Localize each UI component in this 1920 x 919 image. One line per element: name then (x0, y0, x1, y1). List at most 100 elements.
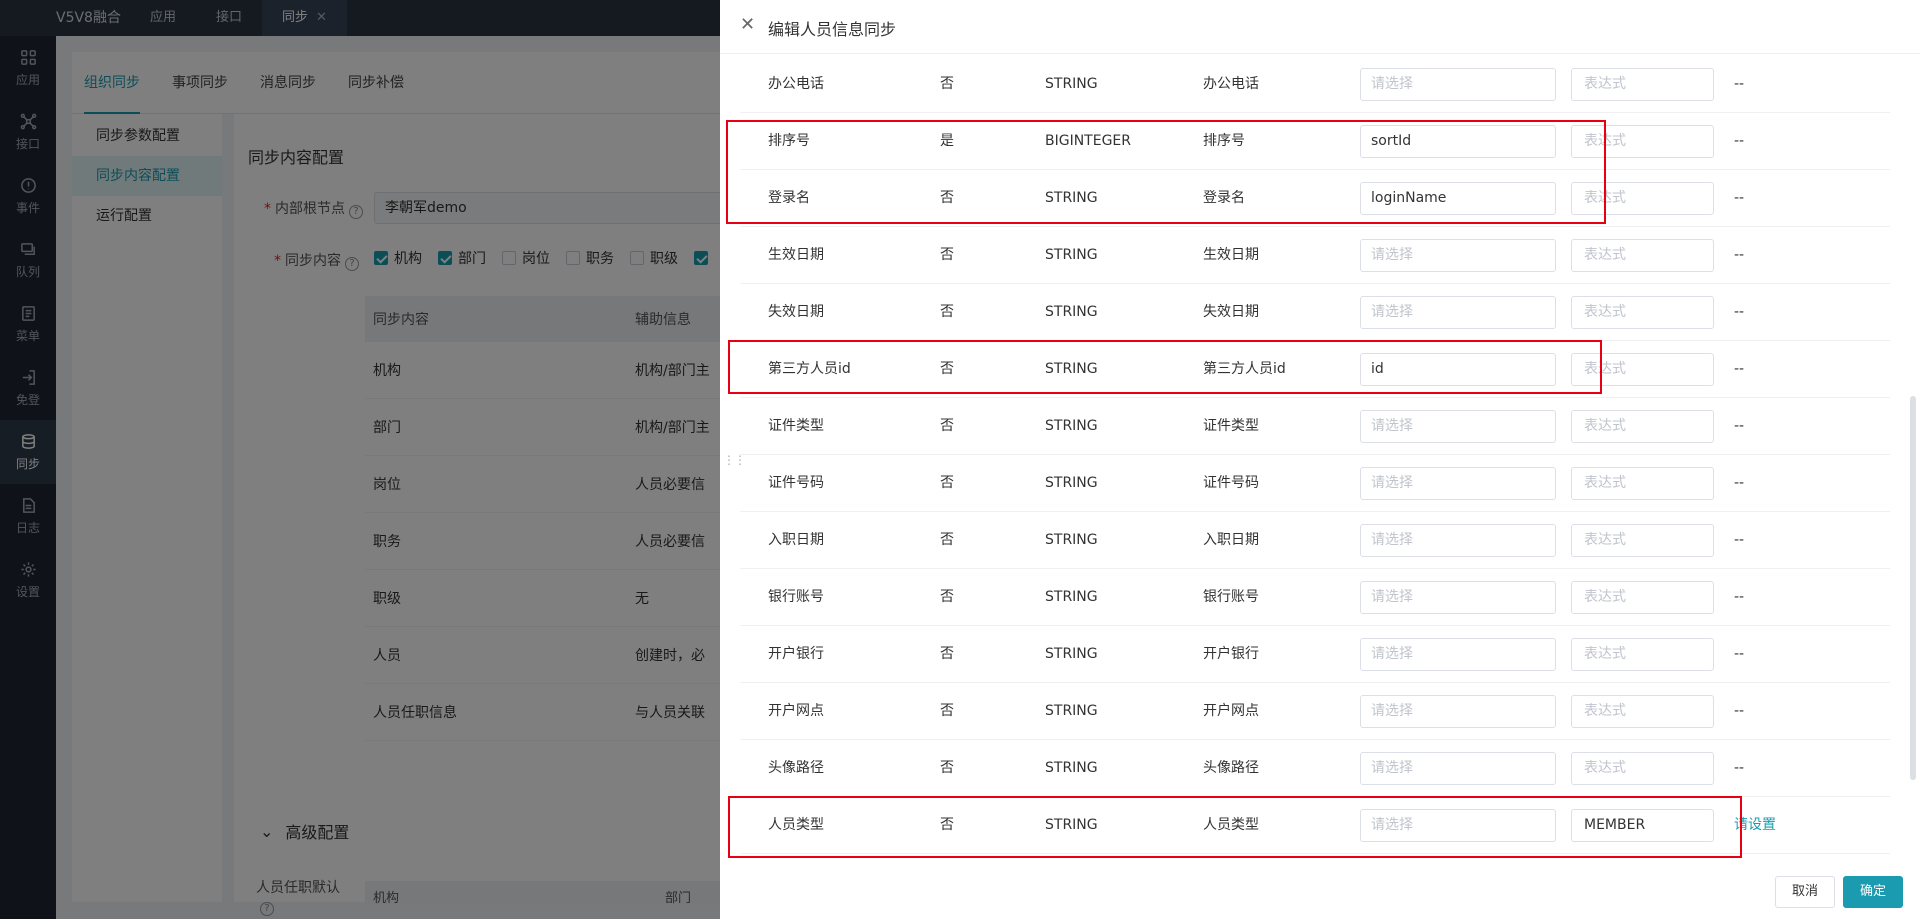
table-row: 办公电话 否 STRING 办公电话 请选择 表达式 -- (740, 56, 1890, 113)
source-field-select[interactable]: 请选择 (1360, 581, 1556, 614)
set-link[interactable]: 请设置 (1734, 797, 1776, 854)
field-label: 证件类型 (1203, 418, 1259, 434)
expression-input[interactable]: MEMBER (1571, 809, 1714, 842)
action-placeholder: -- (1734, 361, 1745, 377)
field-label: 头像路径 (1203, 760, 1259, 776)
field-name: 第三方人员id (768, 361, 851, 377)
field-required: 否 (940, 589, 954, 605)
field-label: 第三方人员id (1203, 361, 1286, 377)
scrollbar[interactable] (1910, 396, 1916, 780)
expression-input[interactable]: 表达式 (1571, 752, 1714, 785)
field-required: 否 (940, 190, 954, 206)
field-label: 银行账号 (1203, 589, 1259, 605)
field-name: 失效日期 (768, 304, 824, 320)
field-mapping-table: 办公电话否 STRING 办公电话 请选择 表达式 -- 排序号是 BIGINTEGER 排序号… (740, 56, 1890, 854)
expression-input[interactable]: 表达式 (1571, 638, 1714, 671)
source-field-select[interactable]: 请选择 (1360, 296, 1556, 329)
field-type: STRING (1045, 361, 1098, 377)
close-icon[interactable]: ✕ (740, 16, 758, 34)
drawer-title: 编辑人员信息同步 (768, 20, 897, 39)
expression-input[interactable]: 表达式 (1571, 524, 1714, 557)
field-label: 登录名 (1203, 190, 1245, 206)
expression-input[interactable]: 表达式 (1571, 695, 1714, 728)
field-required: 否 (940, 817, 954, 833)
field-required: 否 (940, 703, 954, 719)
table-row: 开户银行 否 STRING 开户银行 请选择 表达式 -- (740, 626, 1890, 683)
field-required: 否 (940, 247, 954, 263)
field-type: STRING (1045, 532, 1098, 548)
field-type: BIGINTEGER (1045, 133, 1132, 149)
cancel-button[interactable]: 取消 (1775, 876, 1835, 908)
field-label: 证件号码 (1203, 475, 1259, 491)
action-placeholder: -- (1734, 247, 1745, 263)
field-name: 头像路径 (768, 760, 824, 776)
field-label: 办公电话 (1203, 76, 1259, 92)
action-placeholder: -- (1734, 589, 1745, 605)
action-placeholder: -- (1734, 475, 1745, 491)
action-placeholder: -- (1734, 133, 1745, 149)
action-placeholder: -- (1734, 190, 1745, 206)
drawer-header: ✕ 编辑人员信息同步 (720, 0, 1920, 54)
field-required: 否 (940, 532, 954, 548)
drawer-footer: 取消 确定 (720, 866, 1920, 919)
field-type: STRING (1045, 646, 1098, 662)
field-required: 否 (940, 304, 954, 320)
field-name: 开户网点 (768, 703, 824, 719)
table-row: 生效日期 否 STRING 生效日期 请选择 表达式 -- (740, 227, 1890, 284)
field-required: 否 (940, 418, 954, 434)
expression-input[interactable]: 表达式 (1571, 68, 1714, 101)
source-field-select[interactable]: 请选择 (1360, 638, 1556, 671)
field-name: 排序号 (768, 133, 810, 149)
field-name: 银行账号 (768, 589, 824, 605)
field-label: 开户银行 (1203, 646, 1259, 662)
table-row: 头像路径 否 STRING 头像路径 请选择 表达式 -- (740, 740, 1890, 797)
expression-input[interactable]: 表达式 (1571, 296, 1714, 329)
source-field-select[interactable]: loginName (1360, 182, 1556, 215)
table-row: 入职日期 否 STRING 入职日期 请选择 表达式 -- (740, 512, 1890, 569)
source-field-select[interactable]: 请选择 (1360, 467, 1556, 500)
expression-input[interactable]: 表达式 (1571, 581, 1714, 614)
expression-input[interactable]: 表达式 (1571, 353, 1714, 386)
field-name: 开户银行 (768, 646, 824, 662)
field-name: 入职日期 (768, 532, 824, 548)
field-required: 是 (940, 133, 954, 149)
field-required: 否 (940, 361, 954, 377)
action-placeholder: -- (1734, 304, 1745, 320)
table-row: 失效日期 否 STRING 失效日期 请选择 表达式 -- (740, 284, 1890, 341)
confirm-button[interactable]: 确定 (1843, 876, 1903, 908)
field-type: STRING (1045, 703, 1098, 719)
field-required: 否 (940, 646, 954, 662)
expression-input[interactable]: 表达式 (1571, 125, 1714, 158)
table-row: 银行账号 否 STRING 银行账号 请选择 表达式 -- (740, 569, 1890, 626)
field-name: 登录名 (768, 190, 810, 206)
field-type: STRING (1045, 304, 1098, 320)
source-field-select[interactable]: 请选择 (1360, 239, 1556, 272)
field-required: 否 (940, 760, 954, 776)
action-placeholder: -- (1734, 76, 1745, 92)
source-field-select[interactable]: 请选择 (1360, 68, 1556, 101)
source-field-select[interactable]: 请选择 (1360, 410, 1556, 443)
field-label: 人员类型 (1203, 817, 1259, 833)
source-field-select[interactable]: id (1360, 353, 1556, 386)
field-type: STRING (1045, 589, 1098, 605)
field-label: 失效日期 (1203, 304, 1259, 320)
source-field-select[interactable]: 请选择 (1360, 809, 1556, 842)
source-field-select[interactable]: 请选择 (1360, 752, 1556, 785)
field-label: 生效日期 (1203, 247, 1259, 263)
expression-input[interactable]: 表达式 (1571, 467, 1714, 500)
expression-input[interactable]: 表达式 (1571, 239, 1714, 272)
table-row: 登录名 否 STRING 登录名 loginName 表达式 -- (740, 170, 1890, 227)
action-placeholder: -- (1734, 760, 1745, 776)
source-field-select[interactable]: 请选择 (1360, 524, 1556, 557)
table-row: 证件号码 否 STRING 证件号码 请选择 表达式 -- (740, 455, 1890, 512)
expression-input[interactable]: 表达式 (1571, 182, 1714, 215)
edit-drawer: ✕ 编辑人员信息同步 ⋮⋮ 办公电话否 STRING 办公电话 请选择 表达式 -- 排序号… (720, 0, 1920, 919)
expression-input[interactable]: 表达式 (1571, 410, 1714, 443)
source-field-select[interactable]: 请选择 (1360, 695, 1556, 728)
table-row: 排序号 是 BIGINTEGER 排序号 sortId 表达式 -- (740, 113, 1890, 170)
table-row: 第三方人员id 否 STRING 第三方人员id id 表达式 -- (740, 341, 1890, 398)
field-required: 否 (940, 76, 954, 92)
field-name: 证件类型 (768, 418, 824, 434)
source-field-select[interactable]: sortId (1360, 125, 1556, 158)
field-required: 否 (940, 475, 954, 491)
